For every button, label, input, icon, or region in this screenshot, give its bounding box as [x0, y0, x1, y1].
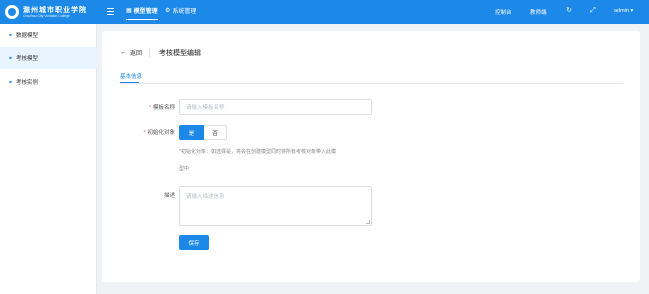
- sidebar-item-data-model[interactable]: ⚭ 数据模型: [0, 24, 97, 46]
- init-yes-option[interactable]: 是: [179, 125, 204, 140]
- arrow-left-icon: ←: [120, 49, 127, 56]
- save-button[interactable]: 保存: [179, 235, 209, 250]
- sidebar-item-label: 考核实例: [16, 80, 39, 86]
- caret-down-icon: ▾: [630, 8, 634, 14]
- link-icon: ⚭: [8, 79, 14, 86]
- nav-system-management[interactable]: ⚙ 系统管理: [165, 6, 196, 15]
- init-hint-text-cont: 型中: [179, 166, 190, 172]
- resize-handle[interactable]: [366, 220, 370, 224]
- required-mark: *: [148, 105, 151, 111]
- header-divider: [149, 48, 150, 57]
- logo-name-en: Chuzhou City Vocation College: [23, 13, 70, 18]
- init-object-label: * 初始化对象: [125, 128, 175, 136]
- description-textarea[interactable]: 请输入描述信息: [179, 186, 372, 226]
- college-emblem-icon: [5, 5, 19, 19]
- settings-cog-icon: ⚙: [165, 8, 171, 14]
- refresh-icon[interactable]: ↻: [565, 7, 573, 15]
- sidebar-item-assessment-model[interactable]: ⚭ 考核模型: [0, 47, 97, 69]
- template-name-input[interactable]: 请输入模板名称: [179, 99, 372, 115]
- nav-model-management-label: 模型管理: [133, 9, 158, 15]
- sidebar-item-assessment-instance[interactable]: ⚭ 考核实例: [0, 71, 97, 93]
- top-bar: 滁州城市职业学院 Chuzhou City Vocation College ▦…: [0, 0, 649, 24]
- sidebar-item-label: 数据模型: [16, 33, 39, 39]
- page-title: 考核模型编辑: [159, 50, 201, 57]
- description-placeholder: 请输入描述信息: [186, 194, 225, 200]
- control-center-link[interactable]: 控制台: [495, 8, 512, 16]
- nav-model-management[interactable]: ▦ 模型管理: [126, 6, 158, 20]
- sidebar-item-label: 考核模型: [16, 56, 39, 62]
- description-label: 描述: [163, 193, 175, 199]
- template-name-label: * 模板名称: [132, 103, 175, 111]
- init-hint-text: *初始化对象：如选择是，将会在创建模型同时将所有考核对象带入此模: [179, 149, 336, 155]
- logo-name-cn: 滁州城市职业学院: [23, 4, 87, 14]
- link-icon: ⚭: [8, 32, 14, 39]
- user-menu[interactable]: admin ▾: [614, 8, 633, 14]
- template-name-label-text: 模板名称: [152, 105, 175, 111]
- nav-system-management-label: 系统管理: [172, 9, 197, 15]
- required-mark: *: [143, 130, 146, 136]
- init-no-option[interactable]: 否: [204, 125, 227, 140]
- back-label: 返回: [130, 51, 143, 57]
- workbench-link[interactable]: 教师端: [530, 8, 547, 16]
- fullscreen-icon[interactable]: ⤢: [589, 7, 597, 15]
- dashboard-icon: ▦: [126, 8, 132, 14]
- back-button[interactable]: ← 返回: [120, 48, 142, 57]
- tab-basic-info[interactable]: 基本信息: [120, 72, 142, 80]
- edit-card: ← 返回 考核模型编辑 基本信息 * 模板名称 请输入模板名称 * 初始化对象 是 …: [102, 31, 640, 282]
- user-name: admin: [614, 8, 629, 14]
- college-logo[interactable]: 滁州城市职业学院 Chuzhou City Vocation College: [5, 2, 93, 22]
- link-icon: ⚭: [8, 55, 14, 62]
- init-object-label-text: 初始化对象: [147, 130, 175, 136]
- sidebar: ⚭ 数据模型 ⚭ 考核模型 ⚭ 考核实例: [0, 24, 97, 294]
- tab-divider: [120, 83, 623, 84]
- menu-toggle-icon[interactable]: [107, 8, 114, 15]
